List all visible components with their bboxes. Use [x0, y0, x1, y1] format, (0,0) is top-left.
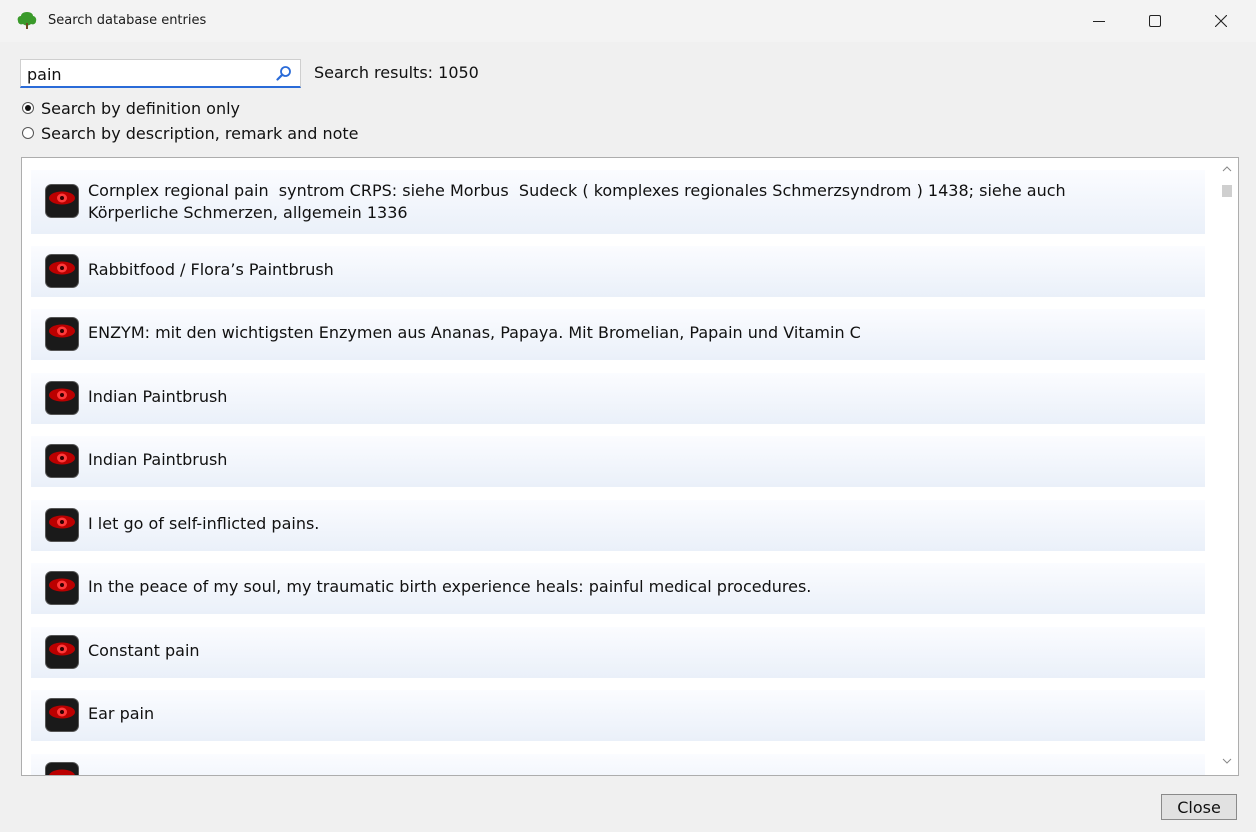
close-icon: [1215, 15, 1227, 27]
list-item-text: Cornplex regional pain syntrom CRPS: sie…: [88, 181, 1066, 222]
tree-icon: [17, 12, 37, 29]
window-title: Search database entries: [48, 13, 207, 28]
list-item[interactable]: Indian Paintbrush: [31, 436, 1205, 487]
eye-icon: [45, 571, 79, 605]
list-item-text: Constant pain: [88, 641, 200, 660]
minimize-button[interactable]: [1071, 0, 1127, 42]
close-window-button[interactable]: [1186, 0, 1256, 42]
list-item[interactable]: Cornplex regional pain syntrom CRPS: sie…: [31, 170, 1205, 234]
radio-search-description[interactable]: Search by description, remark and note: [22, 123, 359, 143]
eye-icon: [45, 381, 79, 415]
eye-icon: [45, 698, 79, 732]
list-item-partial[interactable]: [31, 754, 1205, 775]
radio-button-selected[interactable]: [22, 102, 34, 114]
list-item[interactable]: In the peace of my soul, my traumatic bi…: [31, 563, 1205, 614]
list-item-text: ENZYM: mit den wichtigsten Enzymen aus A…: [88, 323, 861, 342]
results-list[interactable]: Cornplex regional pain syntrom CRPS: sie…: [21, 157, 1239, 776]
radio-search-definition[interactable]: Search by definition only: [22, 98, 240, 118]
list-item[interactable]: ENZYM: mit den wichtigsten Enzymen aus A…: [31, 309, 1205, 360]
list-item[interactable]: Indian Paintbrush: [31, 373, 1205, 424]
search-input[interactable]: [27, 64, 267, 84]
scrollbar-thumb[interactable]: [1222, 185, 1232, 197]
search-results-count: Search results: 1050: [314, 63, 479, 82]
eye-icon: [45, 444, 79, 478]
search-box[interactable]: [20, 59, 301, 88]
eye-icon: [45, 635, 79, 669]
list-item-text: I let go of self-inflicted pains.: [88, 514, 320, 533]
list-item[interactable]: I let go of self-inflicted pains.: [31, 500, 1205, 551]
eye-icon: [45, 508, 79, 542]
list-item[interactable]: Rabbitfood / Flora’s Paintbrush: [31, 246, 1205, 297]
vertical-scrollbar[interactable]: [1216, 158, 1238, 775]
maximize-icon: [1149, 15, 1161, 27]
list-item-text: Rabbitfood / Flora’s Paintbrush: [88, 260, 334, 279]
eye-icon: [45, 254, 79, 288]
search-icon[interactable]: [276, 65, 292, 81]
radio-label: Search by description, remark and note: [41, 123, 359, 143]
list-item-text: Ear pain: [88, 704, 155, 723]
list-item[interactable]: Constant pain: [31, 627, 1205, 678]
list-item-text: Indian Paintbrush: [88, 387, 228, 406]
close-button[interactable]: Close: [1161, 794, 1237, 820]
chevron-up-icon[interactable]: [1222, 164, 1232, 174]
eye-icon: [45, 184, 79, 218]
title-bar: Search database entries: [0, 0, 1256, 42]
chevron-down-icon[interactable]: [1222, 756, 1232, 766]
eye-icon: [45, 317, 79, 351]
radio-button[interactable]: [22, 127, 34, 139]
minimize-icon: [1093, 21, 1105, 22]
eye-icon: [45, 762, 79, 775]
list-item[interactable]: Ear pain: [31, 690, 1205, 741]
maximize-button[interactable]: [1127, 0, 1183, 42]
list-item-text: In the peace of my soul, my traumatic bi…: [88, 577, 812, 596]
radio-label: Search by definition only: [41, 98, 241, 118]
list-item-text: Indian Paintbrush: [88, 450, 228, 469]
